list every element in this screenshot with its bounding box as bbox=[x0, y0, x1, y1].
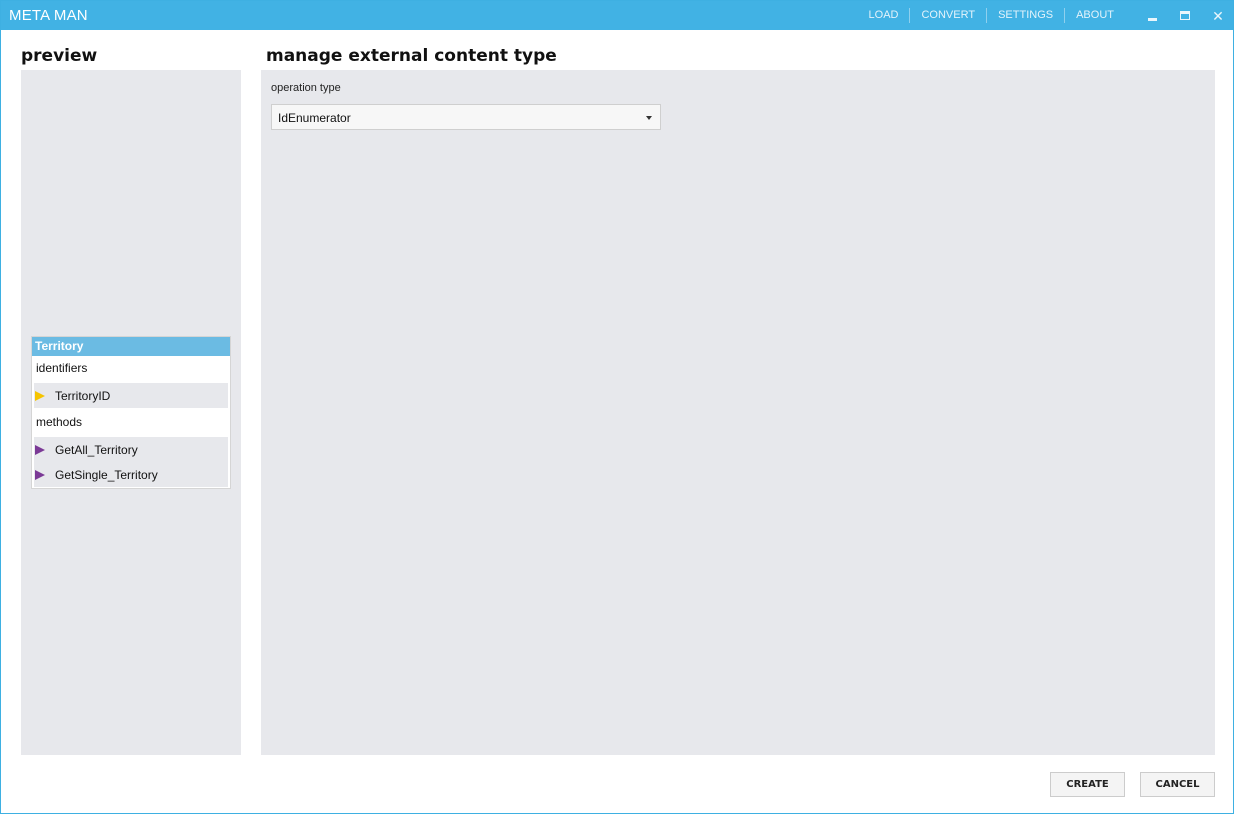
method-label: GetAll_Territory bbox=[55, 442, 138, 457]
preview-heading: preview bbox=[21, 46, 98, 66]
method-icon bbox=[35, 469, 45, 480]
maximize-button[interactable] bbox=[1170, 1, 1200, 30]
nav-load[interactable]: LOAD bbox=[858, 8, 911, 23]
method-row-getall[interactable]: GetAll_Territory bbox=[34, 437, 228, 462]
identifier-label: TerritoryID bbox=[55, 388, 111, 403]
top-nav: LOAD CONVERT SETTINGS ABOUT bbox=[858, 1, 1125, 30]
nav-convert[interactable]: CONVERT bbox=[910, 8, 988, 23]
chevron-down-icon bbox=[646, 116, 652, 120]
entity-title: Territory bbox=[32, 337, 230, 356]
method-row-getsingle[interactable]: GetSingle_Territory bbox=[34, 462, 228, 487]
nav-settings[interactable]: SETTINGS bbox=[987, 8, 1066, 23]
title-bar[interactable]: META MAN LOAD CONVERT SETTINGS ABOUT ✕ bbox=[1, 1, 1233, 30]
nav-about[interactable]: ABOUT bbox=[1065, 8, 1125, 23]
minimize-button[interactable] bbox=[1137, 1, 1167, 30]
preview-panel: Territory identifiers TerritoryID method… bbox=[21, 70, 241, 755]
create-button[interactable]: CREATE bbox=[1050, 772, 1125, 797]
identifier-row-territoryid[interactable]: TerritoryID bbox=[34, 383, 228, 408]
methods-label: methods bbox=[36, 415, 83, 429]
app-window: META MAN LOAD CONVERT SETTINGS ABOUT ✕ p… bbox=[0, 0, 1234, 814]
minimize-icon bbox=[1147, 18, 1157, 21]
close-icon: ✕ bbox=[1212, 7, 1224, 24]
close-button[interactable]: ✕ bbox=[1203, 1, 1233, 30]
identifiers-label: identifiers bbox=[36, 361, 88, 375]
operation-type-value: IdEnumerator bbox=[278, 111, 351, 125]
method-icon bbox=[35, 444, 45, 455]
entity-card: Territory identifiers TerritoryID method… bbox=[31, 336, 231, 489]
operation-type-select[interactable]: IdEnumerator bbox=[271, 104, 661, 130]
cancel-button[interactable]: CANCEL bbox=[1140, 772, 1215, 797]
manage-heading: manage external content type bbox=[266, 46, 557, 66]
app-title: META MAN bbox=[9, 7, 88, 24]
identifier-icon bbox=[35, 390, 45, 401]
method-label: GetSingle_Territory bbox=[55, 467, 158, 482]
operation-type-label: operation type bbox=[271, 82, 341, 94]
maximize-icon bbox=[1180, 11, 1190, 20]
manage-panel: operation type IdEnumerator bbox=[261, 70, 1215, 755]
